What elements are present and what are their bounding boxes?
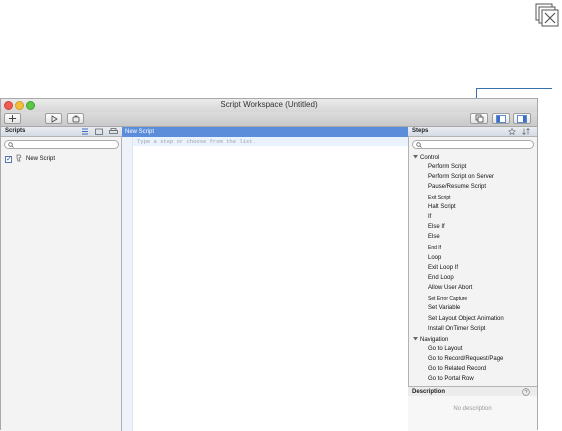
window-stack-button[interactable] xyxy=(470,113,488,124)
category-navigation[interactable]: Navigation xyxy=(413,336,448,343)
step-item[interactable]: Allow User Abort xyxy=(428,285,472,291)
debug-icon xyxy=(72,115,79,122)
new-script-button[interactable] xyxy=(4,113,21,124)
scripts-panel-header: Scripts xyxy=(1,127,122,137)
step-item[interactable]: Exit Loop If xyxy=(428,265,458,271)
step-item[interactable]: Set Variable xyxy=(428,305,460,311)
step-item[interactable]: Loop xyxy=(428,255,441,261)
step-item[interactable]: Else If xyxy=(428,224,445,230)
steps-panel-title: Steps xyxy=(412,128,429,134)
step-item[interactable]: Go to Layout xyxy=(428,346,462,352)
disclosure-triangle-icon xyxy=(413,154,418,161)
step-item[interactable]: Set Layout Object Animation xyxy=(428,316,504,322)
steps-search-input[interactable] xyxy=(412,140,534,149)
step-item[interactable]: Perform Script on Server xyxy=(428,174,494,180)
description-panel: No description xyxy=(408,396,537,431)
window-title: Script Workspace (Untitled) xyxy=(220,100,318,109)
callout-line xyxy=(476,88,552,89)
step-item[interactable]: Else xyxy=(428,234,440,240)
debug-script-button[interactable] xyxy=(67,113,84,124)
scripts-panel-title: Scripts xyxy=(5,128,26,134)
script-workspace-window: Script Workspace (Untitled) Scripts ✓ Ne… xyxy=(0,98,538,431)
script-checkbox[interactable]: ✓ xyxy=(5,155,12,163)
list-item[interactable]: ✓ New Script xyxy=(5,154,55,164)
script-name: New Script xyxy=(26,156,56,162)
step-item[interactable]: Go to Portal Row xyxy=(428,376,474,382)
play-icon xyxy=(51,114,58,123)
step-item[interactable]: Pause/Resume Script xyxy=(428,184,486,190)
editor-tab[interactable]: New Script xyxy=(122,127,408,137)
toggle-scripts-pane-button[interactable] xyxy=(492,113,510,124)
editor-placeholder: Type a step or choose from the list. xyxy=(137,138,256,145)
close-window-stack-icon xyxy=(535,3,559,27)
toggle-steps-pane-button[interactable] xyxy=(513,113,531,124)
step-item[interactable]: Exit Script xyxy=(428,195,451,201)
category-control[interactable]: Control xyxy=(413,154,439,161)
step-item[interactable]: Halt Script xyxy=(428,204,456,210)
line-gutter xyxy=(122,137,133,431)
left-pane-icon xyxy=(496,114,506,123)
run-script-button[interactable] xyxy=(45,113,62,124)
description-header: Description xyxy=(408,386,537,396)
right-pane-icon xyxy=(517,114,527,123)
disclosure-triangle-icon xyxy=(413,336,418,343)
toolbar xyxy=(1,112,537,127)
window-stack-icon xyxy=(475,114,483,123)
steps-panel-header: Steps xyxy=(408,127,537,137)
step-item[interactable]: Install OnTimer Script xyxy=(428,326,485,332)
step-item[interactable]: Go to Related Record xyxy=(428,366,486,372)
step-item[interactable]: End If xyxy=(428,245,441,251)
scripts-pane: ✓ New Script xyxy=(1,137,122,431)
step-item[interactable]: Perform Script xyxy=(428,164,466,170)
description-title: Description xyxy=(412,389,446,395)
title-bar: Script Workspace (Untitled) xyxy=(1,99,537,112)
step-item[interactable]: If xyxy=(428,214,431,220)
script-editor[interactable]: Type a step or choose from the list. xyxy=(122,137,408,431)
step-item[interactable]: Go to Record/Request/Page xyxy=(428,356,503,362)
step-item[interactable]: Set Error Capture xyxy=(428,296,467,302)
plus-icon xyxy=(9,115,16,122)
scripts-search-input[interactable] xyxy=(4,140,119,149)
search-icon xyxy=(8,142,14,148)
step-item[interactable]: End Loop xyxy=(428,275,454,281)
search-icon xyxy=(416,142,422,148)
script-icon xyxy=(15,154,23,164)
description-placeholder: No description xyxy=(453,406,492,412)
